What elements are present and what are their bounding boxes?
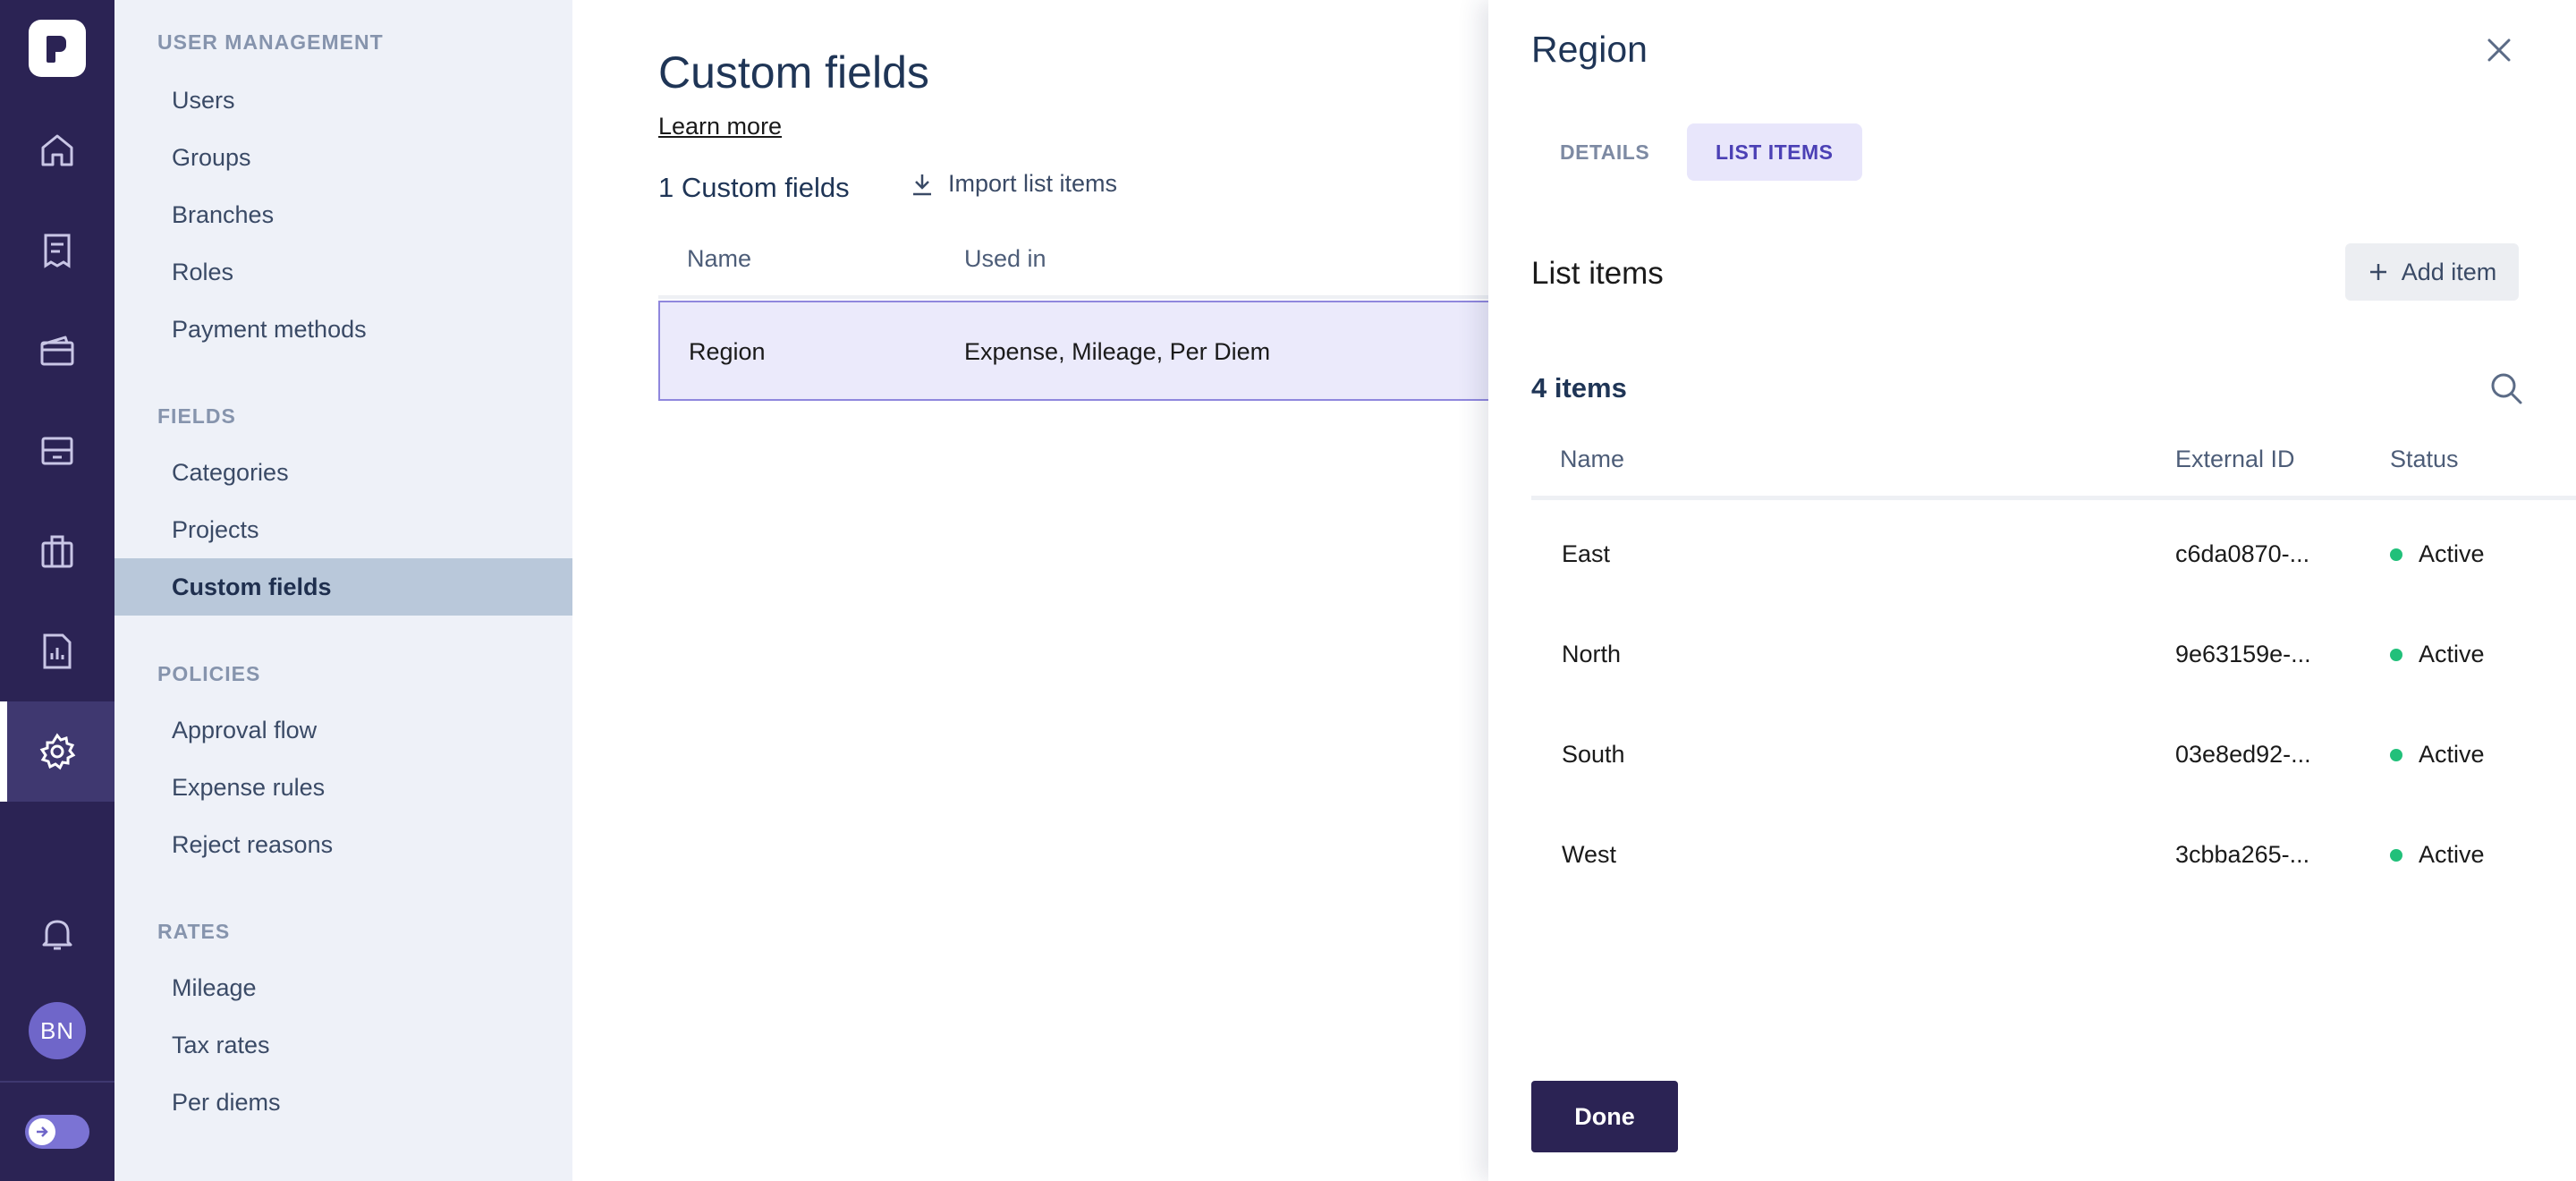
toggle-knob — [29, 1118, 55, 1145]
table-header-divider — [658, 295, 1499, 299]
main-content: Custom fields Learn more 1 Custom fields… — [572, 0, 1499, 1181]
status-badge: Active — [2390, 841, 2485, 869]
item-external-id: c6da0870-... — [2175, 540, 2310, 567]
custom-field-drawer: Region DETAILS LIST ITEMS List items Add… — [1488, 0, 2576, 1181]
nav-item-mileage[interactable]: Mileage — [114, 959, 572, 1016]
nav-item-categories[interactable]: Categories — [114, 444, 572, 501]
nav-item-tax-rates[interactable]: Tax rates — [114, 1016, 572, 1074]
status-dot-icon — [2390, 648, 2402, 661]
wallet-icon — [40, 336, 74, 366]
rail-receipts[interactable] — [0, 200, 114, 301]
rail-settings[interactable] — [0, 701, 114, 802]
table-header-divider — [1531, 496, 2576, 500]
nav-item-roles[interactable]: Roles — [114, 243, 572, 301]
tab-details[interactable]: DETAILS — [1531, 123, 1678, 181]
rail-inbox[interactable] — [0, 401, 114, 501]
column-header-name: Name — [1560, 446, 1625, 472]
custom-fields-count: 1 Custom fields — [658, 172, 850, 203]
status-dot-icon — [2390, 548, 2402, 561]
nav-item-branches[interactable]: Branches — [114, 186, 572, 243]
column-header-name: Name — [687, 245, 752, 272]
status-badge: Active — [2390, 641, 2485, 668]
nav-item-users[interactable]: Users — [114, 72, 572, 129]
status-label: Active — [2419, 741, 2485, 768]
import-list-items-label: Import list items — [948, 170, 1118, 197]
rail-notifications[interactable] — [0, 884, 114, 984]
close-icon[interactable] — [2483, 34, 2515, 66]
home-icon — [41, 134, 73, 166]
rail-divider — [0, 1081, 114, 1083]
arrow-right-icon — [37, 1126, 48, 1137]
items-count: 4 items — [1531, 372, 1627, 404]
status-label: Active — [2419, 841, 2485, 868]
drawer-title: Region — [1531, 29, 1648, 70]
rail-reports[interactable] — [0, 601, 114, 701]
briefcase-icon — [41, 535, 73, 568]
item-name[interactable]: East — [1562, 540, 1610, 568]
item-external-id: 3cbba265-... — [2175, 841, 2310, 868]
plus-icon — [2369, 264, 2386, 280]
column-header-used-in: Used in — [964, 245, 1046, 272]
item-name[interactable]: West — [1562, 841, 1616, 869]
nav-item-projects[interactable]: Projects — [114, 501, 572, 558]
nav-item-groups[interactable]: Groups — [114, 129, 572, 186]
learn-more-link[interactable]: Learn more — [658, 113, 782, 140]
column-header-status: Status — [2390, 446, 2459, 472]
row-used-in: Expense, Mileage, Per Diem — [964, 338, 1271, 365]
collapse-toggle[interactable] — [25, 1115, 89, 1149]
settings-gear-icon — [39, 733, 76, 770]
status-badge: Active — [2390, 741, 2485, 769]
rail-wallet[interactable] — [0, 301, 114, 401]
status-dot-icon — [2390, 748, 2402, 761]
nav-item-expense-rules[interactable]: Expense rules — [114, 759, 572, 816]
status-badge: Active — [2390, 540, 2485, 568]
status-label: Active — [2419, 540, 2485, 567]
column-header-external-id: External ID — [2175, 446, 2295, 472]
nav-section-user-management: USER MANAGEMENT — [157, 30, 384, 54]
user-avatar[interactable]: BN — [29, 1002, 86, 1059]
nav-section-policies: POLICIES — [157, 662, 261, 685]
search-icon[interactable] — [2488, 370, 2524, 406]
inbox-icon — [41, 437, 73, 465]
settings-nav: USER MANAGEMENT Users Groups Branches Ro… — [114, 0, 572, 1181]
nav-item-reject-reasons[interactable]: Reject reasons — [114, 816, 572, 873]
bell-icon — [42, 920, 72, 950]
rail-home[interactable] — [0, 100, 114, 200]
import-list-items-button[interactable]: Import list items — [909, 170, 1117, 198]
add-item-button[interactable]: Add item — [2345, 243, 2519, 301]
item-name[interactable]: South — [1562, 741, 1625, 769]
app-logo[interactable] — [29, 20, 86, 77]
app-rail: BN — [0, 0, 114, 1181]
nav-item-payment-methods[interactable]: Payment methods — [114, 301, 572, 358]
row-name: Region — [689, 338, 766, 365]
status-dot-icon — [2390, 848, 2402, 862]
rail-trips[interactable] — [0, 501, 114, 601]
nav-item-custom-fields[interactable]: Custom fields — [114, 558, 572, 616]
page-title: Custom fields — [658, 47, 929, 98]
item-name[interactable]: North — [1562, 641, 1621, 668]
item-external-id: 9e63159e-... — [2175, 641, 2311, 667]
receipt-icon — [44, 234, 71, 268]
report-icon — [43, 633, 72, 669]
download-icon — [913, 174, 931, 195]
tab-list-items[interactable]: LIST ITEMS — [1687, 123, 1862, 181]
nav-item-per-diems[interactable]: Per diems — [114, 1074, 572, 1131]
nav-section-rates: RATES — [157, 920, 231, 943]
status-label: Active — [2419, 641, 2485, 667]
nav-section-fields: FIELDS — [157, 404, 236, 428]
done-button[interactable]: Done — [1531, 1081, 1678, 1152]
item-external-id: 03e8ed92-... — [2175, 741, 2311, 768]
add-item-label: Add item — [2401, 258, 2497, 285]
nav-item-approval-flow[interactable]: Approval flow — [114, 701, 572, 759]
list-items-title: List items — [1531, 256, 1664, 291]
logo-icon — [47, 36, 66, 63]
